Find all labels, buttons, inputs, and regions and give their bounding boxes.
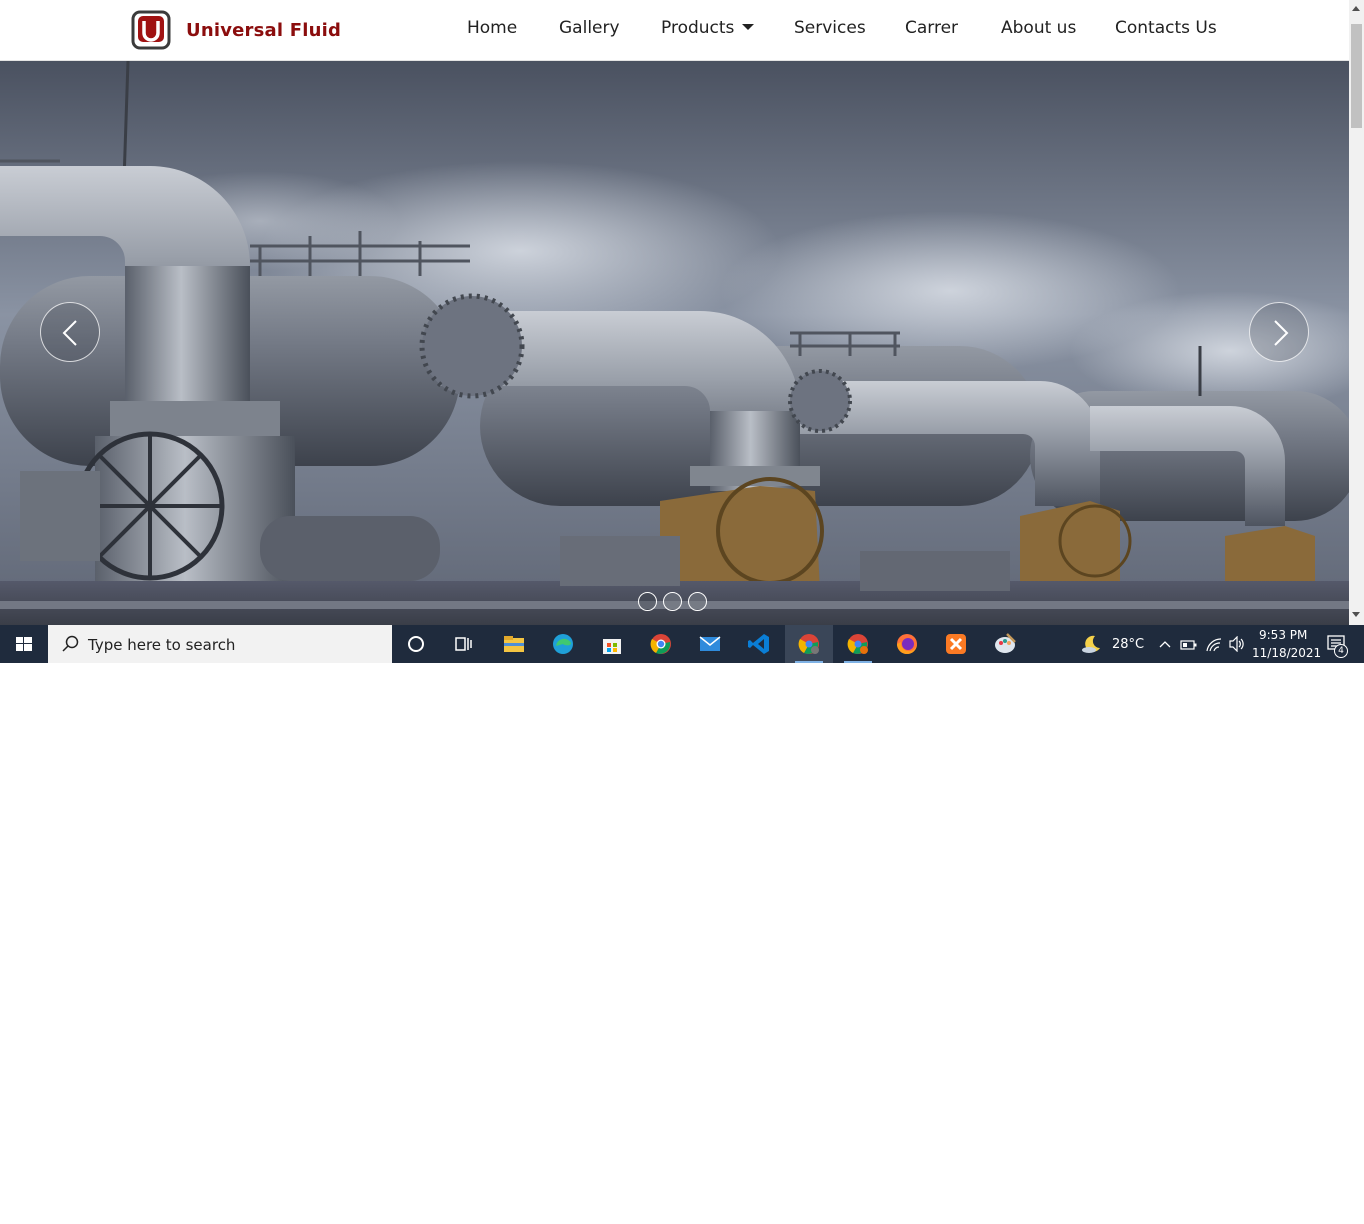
brand-logo-icon bbox=[131, 10, 171, 50]
carousel-next-button[interactable] bbox=[1249, 302, 1309, 362]
cortana-icon bbox=[408, 636, 424, 652]
caret-down-icon bbox=[742, 24, 755, 30]
hero-carousel bbox=[0, 61, 1349, 625]
scroll-up-icon[interactable] bbox=[1352, 6, 1360, 11]
nav-services[interactable]: Services bbox=[794, 18, 866, 38]
chrome-dev-icon bbox=[847, 634, 868, 654]
paint-icon bbox=[995, 633, 1016, 653]
chevron-right-icon bbox=[1274, 320, 1289, 346]
tray-expand-icon[interactable] bbox=[1158, 638, 1172, 652]
start-button[interactable] bbox=[0, 625, 48, 663]
chrome-icon bbox=[650, 634, 671, 654]
store-button[interactable] bbox=[588, 625, 636, 663]
windows-logo-icon bbox=[16, 637, 32, 651]
windows-taskbar: Type here to search 28°C 9:53 PM 11/18/2… bbox=[0, 625, 1364, 663]
xampp-icon bbox=[946, 634, 966, 654]
clock-time[interactable]: 9:53 PM bbox=[1259, 628, 1307, 642]
scroll-down-icon[interactable] bbox=[1352, 612, 1360, 617]
nav-carrer[interactable]: Carrer bbox=[905, 18, 958, 38]
vscode-icon bbox=[748, 634, 769, 654]
task-view-button[interactable] bbox=[440, 625, 488, 663]
nav-about[interactable]: About us bbox=[1001, 18, 1076, 38]
chevron-left-icon bbox=[62, 320, 77, 346]
xampp-button[interactable] bbox=[932, 625, 980, 663]
carousel-indicators bbox=[638, 592, 707, 611]
chrome-button[interactable] bbox=[637, 625, 685, 663]
edge-icon bbox=[553, 634, 573, 654]
task-view-icon bbox=[455, 637, 472, 651]
hero-pipeline-image bbox=[0, 61, 1349, 625]
nav-products-label: Products bbox=[661, 18, 735, 38]
nav-products[interactable]: Products bbox=[661, 18, 755, 38]
screen: Universal Fluid Home Gallery Products Se… bbox=[0, 0, 1364, 663]
paint-button[interactable] bbox=[981, 625, 1029, 663]
brand-name: Universal Fluid bbox=[186, 19, 342, 41]
firefox-button[interactable] bbox=[883, 625, 931, 663]
navbar: Universal Fluid Home Gallery Products Se… bbox=[0, 0, 1349, 61]
taskbar-search[interactable]: Type here to search bbox=[48, 625, 392, 663]
notification-center-button[interactable]: 4 bbox=[1322, 625, 1362, 663]
carousel-prev-button[interactable] bbox=[40, 302, 100, 362]
store-icon bbox=[603, 639, 621, 654]
nav-gallery[interactable]: Gallery bbox=[559, 18, 620, 38]
scroll-thumb[interactable] bbox=[1351, 24, 1362, 128]
firefox-icon bbox=[897, 634, 917, 654]
file-explorer-button[interactable] bbox=[490, 625, 538, 663]
carousel-dot-2[interactable] bbox=[663, 592, 682, 611]
clock-date[interactable]: 11/18/2021 bbox=[1252, 646, 1321, 660]
search-placeholder: Type here to search bbox=[88, 636, 236, 654]
wifi-icon[interactable] bbox=[1205, 637, 1223, 653]
weather-temp[interactable]: 28°C bbox=[1112, 637, 1144, 652]
nav-home[interactable]: Home bbox=[467, 18, 517, 38]
chrome-dev-button[interactable] bbox=[834, 625, 882, 663]
brand[interactable]: Universal Fluid bbox=[131, 9, 341, 51]
file-explorer-icon bbox=[504, 636, 524, 652]
battery-icon[interactable] bbox=[1180, 638, 1198, 652]
chrome-profile-button[interactable] bbox=[785, 625, 833, 663]
notification-badge: 4 bbox=[1334, 644, 1348, 658]
mail-button[interactable] bbox=[686, 625, 734, 663]
volume-icon[interactable] bbox=[1228, 636, 1246, 652]
page-scrollbar[interactable] bbox=[1349, 0, 1364, 625]
carousel-dot-3[interactable] bbox=[688, 592, 707, 611]
search-icon bbox=[62, 635, 79, 652]
cortana-button[interactable] bbox=[392, 625, 440, 663]
nav-contacts[interactable]: Contacts Us bbox=[1115, 18, 1217, 38]
chrome-profile-icon bbox=[798, 634, 819, 654]
mail-icon bbox=[699, 636, 721, 651]
carousel-dot-1[interactable] bbox=[638, 592, 657, 611]
weather-moon-icon bbox=[1082, 635, 1100, 653]
vscode-button[interactable] bbox=[735, 625, 783, 663]
edge-button[interactable] bbox=[539, 625, 587, 663]
